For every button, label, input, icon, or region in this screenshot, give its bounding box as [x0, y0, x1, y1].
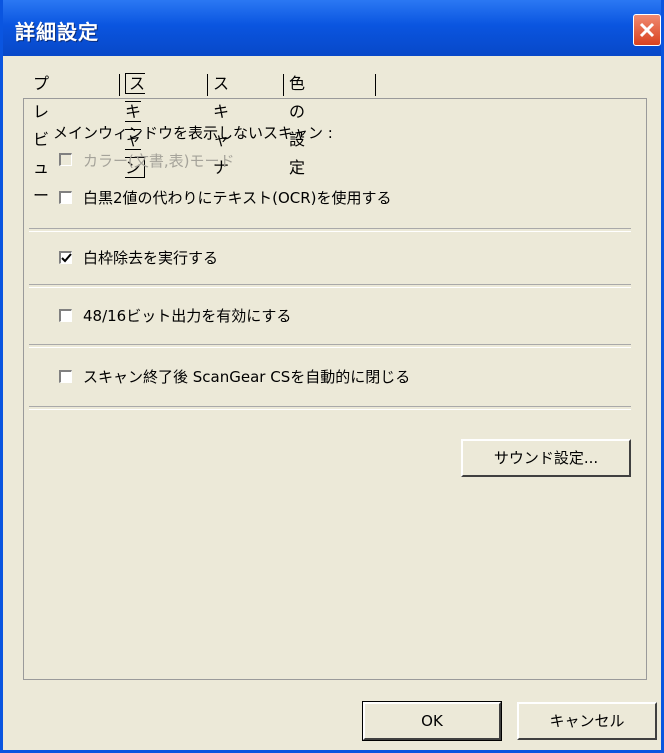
separator — [29, 406, 631, 410]
close-button[interactable] — [633, 14, 661, 46]
option-ocr-label: 白黒2値の代わりにテキスト(OCR)を使用する — [83, 189, 392, 207]
sound-settings-button[interactable]: サウンド設定... — [461, 439, 631, 477]
option-color-mode-label: カラー(文書,表)モード — [83, 152, 235, 170]
checkmark-icon — [61, 253, 72, 263]
separator — [29, 344, 631, 348]
title-bar[interactable]: 詳細設定 — [3, 0, 661, 56]
option-auto-close-label: スキャン終了後 ScanGear CSを自動的に閉じる — [83, 368, 411, 386]
group-label: メインウィンドウを表示しないスキャン : — [53, 124, 333, 142]
ok-button[interactable]: OK — [362, 701, 502, 741]
close-icon — [639, 22, 655, 38]
separator — [29, 228, 631, 232]
checkbox-ocr[interactable] — [59, 191, 72, 204]
checkbox-color-mode[interactable] — [59, 153, 72, 166]
checkbox-auto-close[interactable] — [59, 370, 72, 383]
option-48-16bit-label: 48/16ビット出力を有効にする — [83, 307, 292, 325]
advanced-settings-dialog: 詳細設定 プレビュー スキャン スキャナ 色の設定 メインウィンドウを表示しない… — [0, 0, 664, 753]
separator — [29, 284, 631, 288]
cancel-button[interactable]: キャンセル — [517, 702, 657, 740]
tab-scan[interactable]: スキャン — [125, 70, 146, 178]
window-title: 詳細設定 — [15, 20, 99, 44]
checkbox-remove-border[interactable] — [59, 251, 72, 264]
tab-preview[interactable]: プレビュー — [33, 70, 49, 205]
scan-tab-panel — [23, 98, 647, 680]
checkbox-48-16bit[interactable] — [59, 309, 72, 322]
option-remove-border-label: 白枠除去を実行する — [83, 249, 219, 267]
tab-color-settings[interactable]: 色の設定 — [289, 70, 305, 177]
tab-scanner[interactable]: スキャナ — [213, 70, 229, 177]
